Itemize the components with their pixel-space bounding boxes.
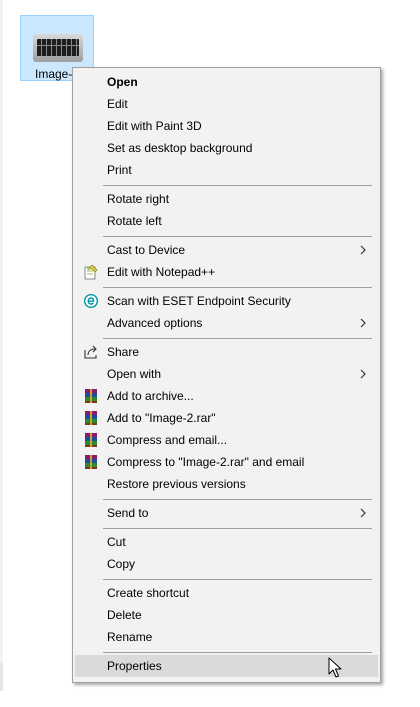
notepad-plus-plus-icon (84, 264, 98, 280)
winrar-icon (85, 411, 97, 425)
menu-item-label: Advanced options (107, 316, 203, 330)
menu-item-rotate-right[interactable]: Rotate right (75, 188, 378, 210)
menu-item-create-shortcut[interactable]: Create shortcut (75, 582, 378, 604)
menu-item-copy[interactable]: Copy (75, 553, 378, 575)
menu-item-scan-eset[interactable]: Scan with ESET Endpoint Security (75, 290, 378, 312)
menu-item-label: Delete (107, 608, 142, 622)
winrar-icon (85, 455, 97, 469)
chevron-right-icon (360, 318, 366, 328)
menu-item-label: Compress and email... (107, 433, 228, 447)
menu-item-add-to-archive[interactable]: Add to archive... (75, 385, 378, 407)
file-name-label: Image- (35, 67, 73, 81)
menu-item-send-to[interactable]: Send to (75, 502, 378, 524)
menu-separator (103, 185, 372, 186)
left-window-edge (0, 0, 3, 690)
menu-item-label: Edit with Notepad++ (107, 265, 216, 279)
menu-separator (103, 652, 372, 653)
eset-icon (84, 294, 98, 308)
menu-item-rename[interactable]: Rename (75, 626, 378, 648)
menu-item-edit[interactable]: Edit (75, 93, 378, 115)
menu-item-print[interactable]: Print (75, 159, 378, 181)
menu-item-share[interactable]: Share (75, 341, 378, 363)
menu-item-label: Cut (107, 535, 126, 549)
chevron-right-icon (360, 245, 366, 255)
menu-item-label: Rotate right (107, 192, 170, 206)
menu-item-rotate-left[interactable]: Rotate left (75, 210, 378, 232)
menu-separator (103, 579, 372, 580)
menu-item-label: Edit (107, 97, 128, 111)
menu-item-open-with[interactable]: Open with (75, 363, 378, 385)
menu-item-label: Scan with ESET Endpoint Security (107, 294, 291, 308)
menu-item-label: Compress to "Image-2.rar" and email (107, 455, 305, 469)
menu-item-cast-to-device[interactable]: Cast to Device (75, 239, 378, 261)
menu-item-label: Open with (107, 367, 162, 381)
menu-separator (103, 236, 372, 237)
share-icon (84, 345, 97, 359)
menu-item-label: Edit with Paint 3D (107, 119, 202, 133)
menu-item-open[interactable]: Open (75, 71, 378, 93)
menu-item-compress-rar-and-email[interactable]: Compress to "Image-2.rar" and email (75, 451, 378, 473)
winrar-icon (85, 433, 97, 447)
chevron-right-icon (360, 508, 366, 518)
menu-item-add-to-rar[interactable]: Add to "Image-2.rar" (75, 407, 378, 429)
file-thumbnail (33, 34, 83, 62)
menu-item-label: Create shortcut (107, 586, 190, 600)
menu-item-cut[interactable]: Cut (75, 531, 378, 553)
menu-item-advanced-options[interactable]: Advanced options (75, 312, 378, 334)
menu-item-edit-notepadpp[interactable]: Edit with Notepad++ (75, 261, 378, 283)
menu-item-label: Rename (107, 630, 153, 644)
menu-separator (103, 528, 372, 529)
menu-item-delete[interactable]: Delete (75, 604, 378, 626)
menu-separator (103, 499, 372, 500)
menu-item-label: Share (107, 345, 140, 359)
context-menu: Open Edit Edit with Paint 3D Set as desk… (72, 67, 381, 683)
chevron-right-icon (360, 369, 366, 379)
menu-item-set-desktop-background[interactable]: Set as desktop background (75, 137, 378, 159)
menu-separator (103, 287, 372, 288)
menu-item-label: Send to (107, 506, 149, 520)
menu-item-restore-previous-versions[interactable]: Restore previous versions (75, 473, 378, 495)
menu-separator (103, 338, 372, 339)
winrar-icon (85, 389, 97, 403)
menu-item-edit-paint3d[interactable]: Edit with Paint 3D (75, 115, 378, 137)
menu-item-label: Rotate left (107, 214, 162, 228)
menu-item-label: Add to "Image-2.rar" (107, 411, 216, 425)
mouse-pointer-icon (328, 657, 342, 678)
menu-item-label: Add to archive... (107, 389, 194, 403)
menu-item-label: Cast to Device (107, 243, 186, 257)
menu-item-compress-and-email[interactable]: Compress and email... (75, 429, 378, 451)
menu-item-label: Properties (107, 659, 162, 673)
left-window-edge-bottom (0, 663, 3, 691)
menu-item-label: Copy (107, 557, 136, 571)
menu-item-label: Open (107, 75, 138, 89)
menu-item-label: Set as desktop background (107, 141, 253, 155)
menu-item-label: Restore previous versions (107, 477, 246, 491)
menu-item-label: Print (107, 163, 132, 177)
